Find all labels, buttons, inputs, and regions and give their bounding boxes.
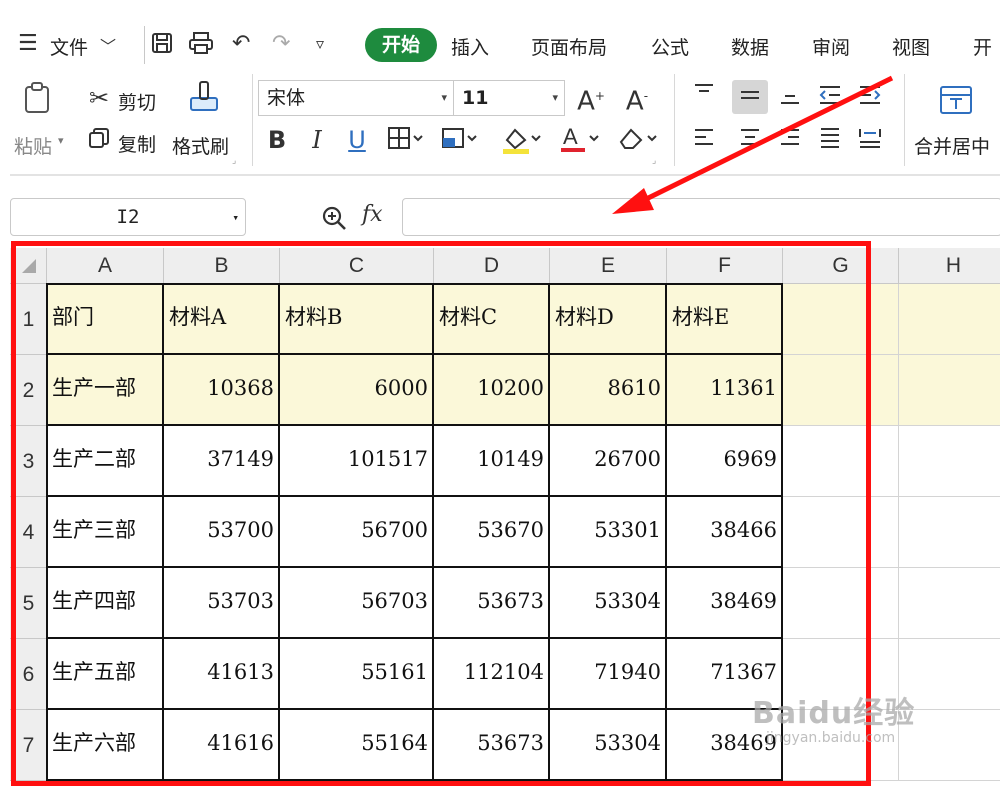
clipboard-dialog-launcher-icon[interactable]: ⌟ <box>232 156 236 166</box>
align-middle-icon[interactable] <box>736 84 764 112</box>
copy-label[interactable]: 复制 <box>118 130 156 157</box>
font-size-chevron-icon: ▾ <box>552 91 558 104</box>
increase-indent-icon[interactable] <box>856 84 884 112</box>
clear-format-icon[interactable] <box>616 126 660 158</box>
watermark-brand: Baidu经验 <box>752 696 916 731</box>
paste-chevron-icon[interactable]: ▾ <box>58 134 64 147</box>
merge-center-icon[interactable] <box>936 84 976 122</box>
tab-page-layout[interactable]: 页面布局 <box>531 33 607 60</box>
name-box-chevron-icon: ▾ <box>232 211 239 224</box>
merge-center-label[interactable]: 合并居中 <box>914 132 990 159</box>
borders-icon[interactable] <box>386 126 426 158</box>
font-size-select[interactable]: 11 ▾ <box>453 80 565 116</box>
paste-icon[interactable] <box>20 82 56 120</box>
scissors-icon[interactable]: ✂ <box>86 84 112 112</box>
formula-input[interactable] <box>402 198 1000 236</box>
align-right-icon[interactable] <box>776 126 804 154</box>
format-painter-label[interactable]: 格式刷 <box>172 132 229 159</box>
fill-color-icon[interactable] <box>500 126 544 160</box>
ribbon: 粘贴 ▾ ✂ 剪切 复制 格式刷 ⌟ 宋体 ▾ 11 ▾ A+ A- B I U… <box>10 74 1000 176</box>
menu-separator <box>144 26 145 64</box>
table-cell[interactable] <box>899 426 1000 497</box>
underline-icon[interactable]: U <box>344 126 370 154</box>
save-icon[interactable] <box>150 31 174 62</box>
decrease-font-icon[interactable]: A- <box>622 82 652 116</box>
menu-bar: ☰ 文件 ﹀ ↶ ↷ ▿ 开始 插入 页面布局 公式 数据 审阅 视图 开 <box>10 0 1000 74</box>
increase-font-icon[interactable]: A+ <box>576 82 606 116</box>
group-separator <box>252 74 253 166</box>
tab-data[interactable]: 数据 <box>731 33 769 60</box>
hamburger-menu-icon[interactable]: ☰ <box>18 31 38 57</box>
function-fx-icon[interactable]: fx <box>362 202 383 227</box>
font-name-chevron-icon: ▾ <box>441 91 447 104</box>
paste-label[interactable]: 粘贴 <box>14 132 52 159</box>
fill-pattern-icon[interactable] <box>440 126 480 158</box>
table-cell[interactable] <box>899 568 1000 639</box>
format-painter-icon[interactable] <box>184 80 224 122</box>
italic-icon[interactable]: I <box>304 126 330 154</box>
annotation-highlight-box <box>11 241 871 786</box>
svg-text:A: A <box>563 124 578 149</box>
redo-icon[interactable]: ↷ <box>272 31 290 57</box>
font-size-value: 11 <box>462 87 489 109</box>
copy-icon[interactable] <box>86 126 112 156</box>
cut-label[interactable]: 剪切 <box>118 88 156 115</box>
tab-review[interactable]: 审阅 <box>812 33 850 60</box>
chevron-down-icon[interactable]: ﹀ <box>100 34 116 60</box>
table-cell[interactable] <box>899 497 1000 568</box>
name-box[interactable]: I2 ▾ <box>10 198 246 236</box>
align-center-icon[interactable] <box>736 126 764 154</box>
tab-view[interactable]: 视图 <box>892 33 930 60</box>
formula-bar: I2 ▾ fx <box>10 190 1000 244</box>
decrease-indent-icon[interactable] <box>816 84 844 112</box>
bold-icon[interactable]: B <box>264 126 290 154</box>
undo-icon[interactable]: ↶ <box>232 31 250 57</box>
distributed-align-icon[interactable] <box>856 126 884 154</box>
tab-insert[interactable]: 插入 <box>451 33 489 60</box>
group-separator <box>904 74 905 166</box>
font-dialog-launcher-icon[interactable]: ⌟ <box>652 156 656 166</box>
customize-chevron-icon[interactable]: ▿ <box>316 31 324 57</box>
name-box-value: I2 <box>116 206 140 228</box>
menu-file[interactable]: 文件 <box>50 33 88 60</box>
table-header-cell[interactable] <box>899 284 1000 355</box>
baidu-watermark: Baidu经验 jingyan.baidu.com <box>752 688 915 746</box>
table-cell[interactable] <box>899 355 1000 426</box>
justify-icon[interactable] <box>816 126 844 154</box>
tab-formulas[interactable]: 公式 <box>651 33 689 60</box>
watermark-url: jingyan.baidu.com <box>766 730 896 746</box>
column-header-h[interactable]: H <box>899 248 1000 284</box>
ribbon-bottom-border <box>10 174 1000 176</box>
tab-start[interactable]: 开始 <box>365 28 437 62</box>
align-bottom-icon[interactable] <box>776 84 804 112</box>
align-left-icon[interactable] <box>690 126 718 154</box>
tab-overflow[interactable]: 开 <box>973 33 992 60</box>
font-name-value: 宋体 <box>267 87 306 109</box>
zoom-search-icon[interactable] <box>320 204 348 236</box>
font-name-select[interactable]: 宋体 ▾ <box>258 80 454 116</box>
align-top-icon[interactable] <box>690 82 718 110</box>
group-separator <box>674 74 675 166</box>
font-color-icon[interactable]: A <box>558 124 602 160</box>
print-icon[interactable] <box>188 31 214 62</box>
